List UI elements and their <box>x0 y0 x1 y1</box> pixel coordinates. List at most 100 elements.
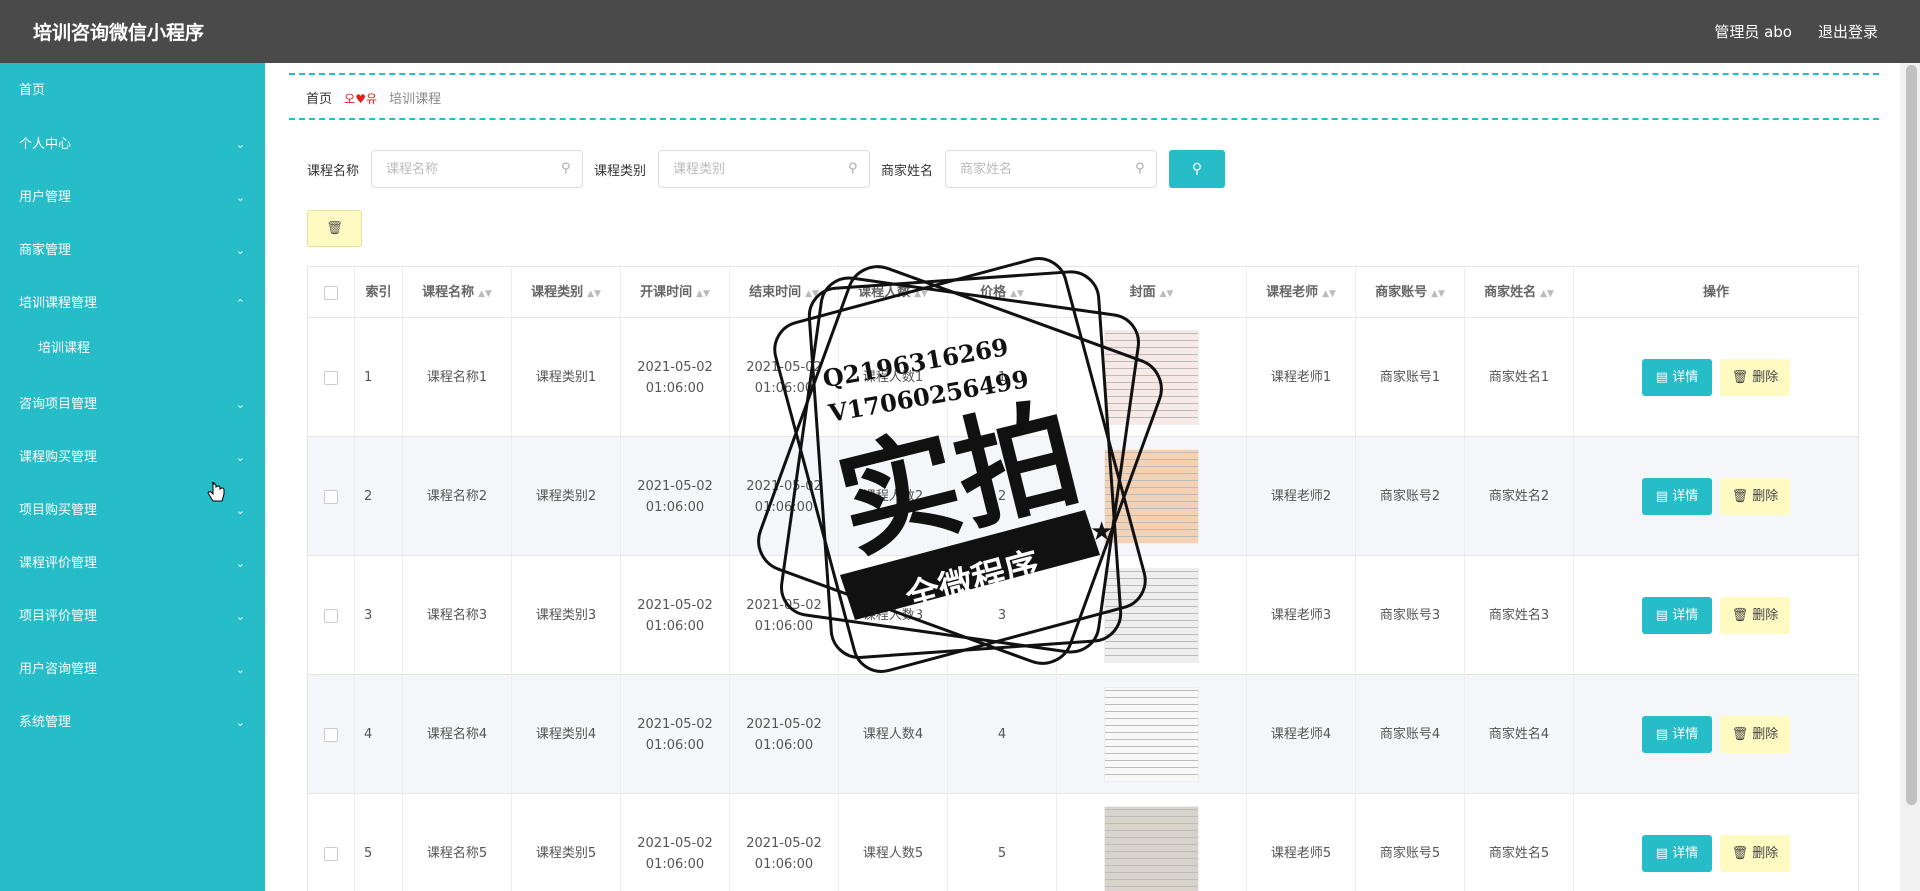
sidebar-item-label: 个人中心 <box>19 137 72 152</box>
table-cell-end: 2021-05-02 01:06:00 <box>730 794 839 891</box>
column-header[interactable]: 结束时间 ▲▼ <box>730 267 839 318</box>
sidebar-item-course-purchase[interactable]: 课程购买管理 ⌄ <box>0 431 265 484</box>
sidebar-item-course-management[interactable]: 培训课程管理 ⌃ <box>0 277 265 330</box>
column-header[interactable]: 开课时间 ▲▼ <box>621 267 730 318</box>
sidebar-item-label: 咨询项目管理 <box>19 397 98 412</box>
chevron-down-icon: ⌄ <box>235 557 245 570</box>
detail-button[interactable]: ▤ 详情 <box>1642 597 1712 634</box>
cover-image[interactable] <box>1104 687 1199 782</box>
column-header[interactable]: 封面 ▲▼ <box>1057 267 1247 318</box>
select-all-checkbox[interactable] <box>324 285 338 300</box>
search-icon: ⚲ <box>1191 161 1203 177</box>
column-header[interactable]: 课程老师 ▲▼ <box>1247 267 1356 318</box>
table-cell-index: 5 <box>355 794 403 891</box>
sidebar-subitem-training-course[interactable]: 培训课程 <box>0 330 265 378</box>
table-cell-type: 课程类别2 <box>512 437 621 556</box>
actions-cell: ▤ 详情 🗑 删除 <box>1574 556 1858 675</box>
sidebar-item-label: 系统管理 <box>19 715 72 730</box>
sidebar-item-course-review[interactable]: 课程评价管理 ⌄ <box>0 537 265 590</box>
delete-button[interactable]: 🗑 删除 <box>1720 835 1790 872</box>
delete-button[interactable]: 🗑 删除 <box>1720 359 1790 396</box>
table-cell-teacher: 课程老师5 <box>1247 794 1356 891</box>
detail-button[interactable]: ▤ 详情 <box>1642 359 1712 396</box>
course-type-input[interactable] <box>658 150 870 188</box>
row-checkbox[interactable] <box>324 846 338 861</box>
table-cell-price: 2 <box>948 437 1057 556</box>
chevron-down-icon: ⌄ <box>235 244 245 257</box>
sidebar-item-user-consult[interactable]: 用户咨询管理 ⌄ <box>0 643 265 696</box>
table-cell-account: 商家账号3 <box>1356 556 1465 675</box>
sidebar-item-label: 项目购买管理 <box>19 503 98 518</box>
hand-cursor-icon <box>207 482 225 502</box>
cover-image[interactable] <box>1104 568 1199 663</box>
row-checkbox[interactable] <box>324 727 338 742</box>
breadcrumb-separator: 오♥유 <box>344 92 377 106</box>
breadcrumb: 首页 오♥유 培训课程 <box>289 73 1879 120</box>
table-cell-teacher: 课程老师4 <box>1247 675 1356 794</box>
table-cell-price: 5 <box>948 794 1057 891</box>
sidebar-item-label: 商家管理 <box>19 243 72 258</box>
cover-image[interactable] <box>1104 330 1199 425</box>
column-header[interactable]: 课程名称 ▲▼ <box>403 267 512 318</box>
detail-button[interactable]: ▤ 详情 <box>1642 478 1712 515</box>
current-user-label: 管理员 abo <box>1714 23 1792 41</box>
chevron-down-icon: ⌄ <box>235 191 245 204</box>
sidebar-nav: 首页 个人中心 ⌄ 用户管理 ⌄ 商家管理 ⌄ 培训课程管理 ⌃ 培训课程 咨询… <box>0 63 265 891</box>
delete-button[interactable]: 🗑 删除 <box>1720 716 1790 753</box>
detail-button[interactable]: ▤ 详情 <box>1642 716 1712 753</box>
table-cell-name: 课程名称4 <box>403 675 512 794</box>
table-cell-teacher: 课程老师2 <box>1247 437 1356 556</box>
table-cell-start: 2021-05-02 01:06:00 <box>621 318 730 437</box>
sidebar-item-system-management[interactable]: 系统管理 ⌄ <box>0 696 265 749</box>
sidebar-item-merchant-management[interactable]: 商家管理 ⌄ <box>0 224 265 277</box>
detail-button[interactable]: ▤ 详情 <box>1642 835 1712 872</box>
sidebar-item-personal-center[interactable]: 个人中心 ⌄ <box>0 118 265 171</box>
breadcrumb-home[interactable]: 首页 <box>306 92 332 107</box>
sidebar-item-user-management[interactable]: 用户管理 ⌄ <box>0 171 265 224</box>
column-header[interactable]: 商家姓名 ▲▼ <box>1465 267 1574 318</box>
sort-icon: ▲▼ <box>914 289 928 299</box>
table-cell-teacher: 课程老师3 <box>1247 556 1356 675</box>
table-header: 索引 课程名称 ▲▼ 课程类别 ▲▼ 开课时间 ▲▼ 结束时间 ▲▼ 课程人数 ▲▼ 价格… <box>308 267 1858 318</box>
column-header[interactable]: 课程人数 ▲▼ <box>839 267 948 318</box>
sidebar-item-home[interactable]: 首页 <box>0 63 265 118</box>
sort-icon: ▲▼ <box>587 289 601 299</box>
sidebar-item-consult-project-management[interactable]: 咨询项目管理 ⌄ <box>0 378 265 431</box>
chevron-down-icon: ⌄ <box>235 663 245 676</box>
column-header[interactable]: 索引 <box>355 267 403 318</box>
course-name-input[interactable] <box>371 150 583 188</box>
row-checkbox[interactable] <box>324 489 338 504</box>
table-cell-start: 2021-05-02 01:06:00 <box>621 437 730 556</box>
table-cell-end: 2021-05-02 01:06:00 <box>730 675 839 794</box>
merchant-name-input[interactable] <box>945 150 1157 188</box>
sort-icon: ▲▼ <box>1159 289 1174 299</box>
logout-link[interactable]: 退出登录 <box>1818 21 1878 42</box>
sidebar-item-project-review[interactable]: 项目评价管理 ⌄ <box>0 590 265 643</box>
table-cell-merchant: 商家姓名5 <box>1465 794 1574 891</box>
cover-image[interactable] <box>1104 449 1199 544</box>
scrollbar-thumb[interactable] <box>1906 65 1917 805</box>
sidebar-item-project-purchase[interactable]: 项目购买管理 ⌄ <box>0 484 265 537</box>
sort-icon: ▲▼ <box>696 289 710 299</box>
table-cell-teacher: 课程老师1 <box>1247 318 1356 437</box>
delete-button[interactable]: 🗑 删除 <box>1720 478 1790 515</box>
app-title: 培训咨询微信小程序 <box>33 22 205 44</box>
sidebar-item-label: 用户管理 <box>19 190 72 205</box>
delete-button[interactable]: 🗑 删除 <box>1720 597 1790 634</box>
table-cell-price: 4 <box>948 675 1057 794</box>
row-checkbox[interactable] <box>324 608 338 623</box>
chevron-down-icon: ⌄ <box>235 138 245 151</box>
batch-delete-button[interactable]: 🗑 <box>307 210 362 247</box>
table-cell-merchant: 商家姓名4 <box>1465 675 1574 794</box>
sort-icon: ▲▼ <box>478 289 492 299</box>
table-cell-type: 课程类别1 <box>512 318 621 437</box>
row-checkbox[interactable] <box>324 370 338 385</box>
column-header[interactable]: 商家账号 ▲▼ <box>1356 267 1465 318</box>
cover-image[interactable] <box>1104 806 1199 891</box>
table-cell-count: 课程人数5 <box>839 794 948 891</box>
row-select-cell <box>308 437 355 556</box>
vertical-scrollbar[interactable] <box>1903 63 1920 891</box>
search-button[interactable]: ⚲ <box>1169 150 1225 188</box>
column-header[interactable]: 价格 ▲▼ <box>948 267 1057 318</box>
column-header[interactable]: 课程类别 ▲▼ <box>512 267 621 318</box>
